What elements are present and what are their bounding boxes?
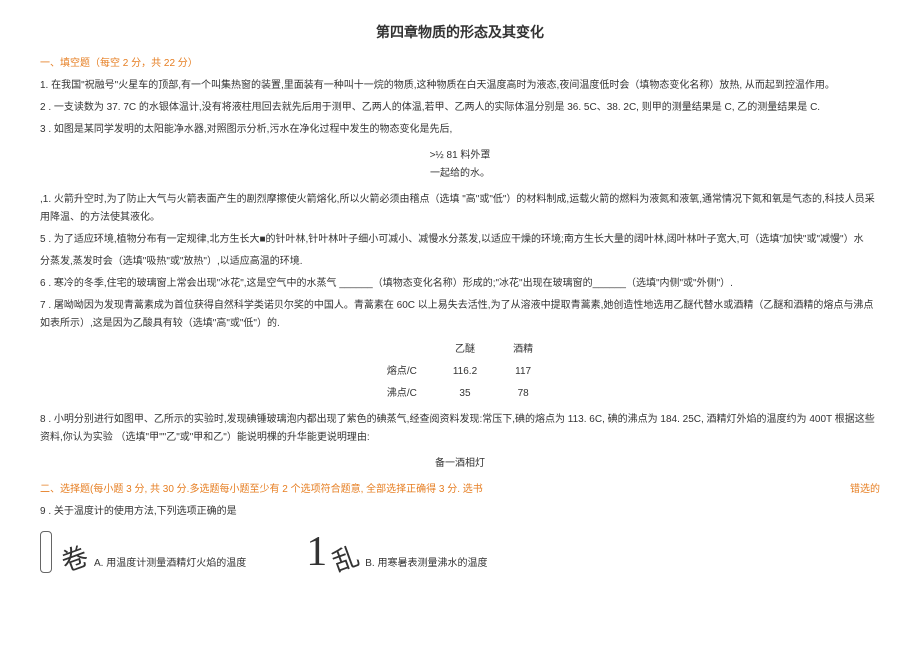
page-title: 第四章物质的形态及其变化	[40, 20, 880, 45]
section-2-heading: 二、选择题(每小题 3 分, 共 30 分.多选题每小题至少有 2 个选项符合题…	[40, 481, 880, 499]
question-9: 9 . 关于温度计的使用方法,下列选项正确的是	[40, 503, 880, 521]
diagram-label-top: >½ 81 料外罩	[40, 147, 880, 165]
table-header-1: 乙醚	[435, 339, 495, 361]
question-1: 1. 在我国"祝融号"火星车的顶部,有一个叫集热窗的装置,里面装有一种叫十一烷的…	[40, 77, 880, 95]
option-a-text: A. 用温度计测量酒精灯火焰的温度	[94, 555, 246, 573]
section-1-heading: 一、填空题（每空 2 分，共 22 分）	[40, 55, 880, 73]
table-cell: 78	[495, 383, 551, 405]
question-5b: 分蒸发,蒸发时会（选填"吸热"或"放热"）,以适应高温的环境.	[40, 253, 880, 271]
big-one-glyph: 1	[306, 531, 327, 573]
table-row: 沸点/C 35 78	[369, 383, 551, 405]
question-4: ,1. 火箭升空时,为了防止大气与火箭表面产生的剧烈摩擦使火箭熔化,所以火箭必须…	[40, 191, 880, 227]
table-cell: 35	[435, 383, 495, 405]
table-row: 熔点/C 116.2 117	[369, 361, 551, 383]
table-cell: 熔点/C	[369, 361, 435, 383]
table-cell: 沸点/C	[369, 383, 435, 405]
question-3: 3 . 如图是某同学发明的太阳能净水器,对照图示分析,污水在净化过程中发生的物态…	[40, 121, 880, 139]
question-8-label: 备一酒相灯	[40, 455, 880, 473]
data-table: 乙醚 酒精 熔点/C 116.2 117 沸点/C 35 78	[369, 339, 551, 405]
diagram-placeholder: >½ 81 料外罩 一起给的水。	[40, 147, 880, 183]
question-8: 8 . 小明分别进行如图甲、乙所示的实验时,发现碘锤玻璃泡内都出现了紫色的碘蒸气…	[40, 411, 880, 447]
diagram-label-bottom: 一起给的水。	[40, 165, 880, 183]
question-options-row: 卷 A. 用温度计测量酒精灯火焰的温度 1 乱 B. 用寒暑表测量沸水的温度	[40, 531, 880, 573]
question-7: 7 . 屠呦呦因为发现青蒿素成为首位获得自然科学类诺贝尔奖的中国人。青蒿素在 6…	[40, 297, 880, 333]
option-b-group: 1 乱 B. 用寒暑表测量沸水的温度	[306, 531, 487, 573]
table-header-2: 酒精	[495, 339, 551, 361]
section-2-heading-right: 错选的	[850, 481, 880, 499]
question-2: 2 . 一支读数为 37. 7C 的水银体温计,没有将液柱甩回去就先后用于测甲、…	[40, 99, 880, 117]
brush-glyph: 卷	[58, 544, 91, 577]
question-6: 6 . 寒冷的冬季,住宅的玻璃窗上常会出现"冰花",这是空气中的水蒸气 ____…	[40, 275, 880, 293]
section-2-heading-left: 二、选择题(每小题 3 分, 共 30 分.多选题每小题至少有 2 个选项符合题…	[40, 481, 483, 499]
table-cell: 116.2	[435, 361, 495, 383]
question-5: 5 . 为了适应环境,植物分布有一定规律,北方生长大■的针叶林,针叶林叶子细小可…	[40, 231, 880, 249]
table-row: 乙醚 酒精	[369, 339, 551, 361]
messy-glyph: 乱	[330, 544, 363, 577]
thermometer-icon	[40, 531, 52, 573]
option-a-group: 卷 A. 用温度计测量酒精灯火焰的温度	[40, 531, 246, 573]
table-cell: 117	[495, 361, 551, 383]
option-b-text: B. 用寒暑表测量沸水的温度	[365, 555, 487, 573]
